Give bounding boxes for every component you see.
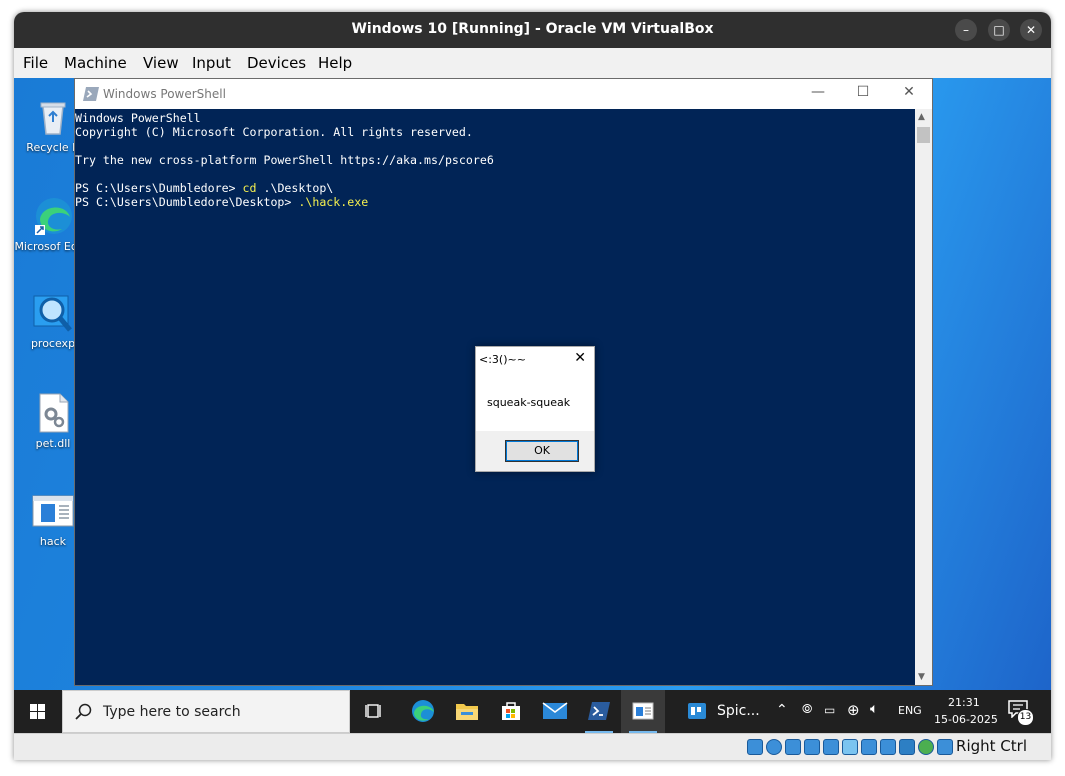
console-command: .\hack.exe: [298, 195, 369, 209]
volume-icon[interactable]: 🔈︎: [870, 701, 878, 717]
messagebox-text: squeak-squeak: [487, 396, 571, 409]
scroll-up-icon[interactable]: ▲: [918, 112, 925, 122]
console-args: .\Desktop\: [256, 181, 334, 195]
task-view-icon: [365, 704, 381, 718]
console-line: Copyright (C) Microsoft Corporation. All…: [75, 125, 473, 139]
taskbar-search-box[interactable]: Type here to search: [62, 690, 350, 733]
ok-button[interactable]: OK: [505, 440, 579, 462]
network-globe-icon[interactable]: ⊕: [847, 701, 860, 719]
optical-drive-status-icon[interactable]: [766, 739, 782, 755]
messagebox-dialog: <:3()~~ ✕ squeak-squeak OK: [475, 346, 595, 472]
console-line: Try the new cross-platform PowerShell ht…: [75, 153, 494, 167]
powershell-icon: [588, 702, 610, 720]
clock-date[interactable]: 15-06-2025: [934, 713, 998, 726]
vbox-menubar: File Machine View Input Devices Help: [14, 48, 1051, 79]
powershell-icon: [83, 86, 99, 105]
taskbar-powershell[interactable]: [577, 690, 621, 733]
virtualbox-window: Windows 10 [Running] - Oracle VM Virtual…: [14, 12, 1051, 760]
menu-input[interactable]: Input: [192, 54, 231, 72]
spice-icon: [688, 703, 706, 719]
vbox-maximize-button[interactable]: □: [988, 19, 1010, 41]
powershell-title: Windows PowerShell: [103, 87, 226, 101]
folder-icon: [456, 704, 478, 720]
taskbar-mail[interactable]: [533, 690, 577, 733]
edge-icon: [32, 195, 74, 237]
taskbar: Type here to search Spic... ⌃ ⦾ ▭ ⊕ 🔈︎ E…: [14, 690, 1051, 733]
edge-icon: [412, 700, 434, 722]
spice-label: Spic...: [717, 703, 760, 719]
windows-logo-icon: [30, 704, 45, 719]
start-button[interactable]: [22, 700, 54, 724]
vbox-close-button[interactable]: ✕: [1020, 19, 1042, 41]
vbox-titlebar[interactable]: Windows 10 [Running] - Oracle VM Virtual…: [14, 12, 1051, 48]
notification-count-badge: 13: [1017, 709, 1034, 726]
exe-window-icon: [32, 490, 74, 532]
taskbar-store[interactable]: [489, 690, 533, 733]
console-command: cd: [242, 181, 257, 195]
taskbar-task-view[interactable]: [352, 690, 396, 733]
menu-view[interactable]: View: [143, 54, 179, 72]
vbox-window-title: Windows 10 [Running] - Oracle VM Virtual…: [351, 21, 714, 37]
taskbar-spice[interactable]: Spic...: [679, 690, 763, 733]
clock-time[interactable]: 21:31: [948, 696, 980, 709]
host-key-label[interactable]: Right Ctrl: [956, 737, 1027, 755]
audio-status-icon[interactable]: [785, 739, 801, 755]
keyboard-capture-status-icon[interactable]: [937, 739, 953, 755]
menu-machine[interactable]: Machine: [64, 54, 127, 72]
meet-now-icon[interactable]: ⦾: [802, 702, 812, 717]
hard-disk-status-icon[interactable]: [747, 739, 763, 755]
console-line: PS C:\Users\Dumbledore\Desktop> .\hack.e…: [75, 195, 915, 209]
store-icon: [502, 702, 520, 720]
scroll-thumb[interactable]: [917, 127, 930, 143]
console-line: Windows PowerShell: [75, 111, 201, 125]
messagebox-close-button[interactable]: ✕: [574, 350, 586, 366]
display-status-icon[interactable]: [861, 739, 877, 755]
cpu-status-icon[interactable]: [899, 739, 915, 755]
powershell-titlebar[interactable]: Windows PowerShell — ☐ ✕: [75, 79, 932, 109]
exe-window-icon: [632, 702, 654, 720]
menu-file[interactable]: File: [23, 54, 48, 72]
menu-devices[interactable]: Devices: [247, 54, 306, 72]
console-prompt: PS C:\Users\Dumbledore\Desktop>: [75, 195, 299, 209]
mail-icon: [542, 702, 568, 719]
search-icon: [75, 703, 92, 720]
recycle-bin-icon: [32, 96, 74, 138]
notifications-button[interactable]: 13: [1008, 700, 1034, 726]
shared-folders-status-icon[interactable]: [842, 739, 858, 755]
battery-icon[interactable]: ▭: [824, 703, 835, 717]
taskbar-edge[interactable]: [401, 690, 445, 733]
mouse-integration-status-icon[interactable]: [918, 739, 934, 755]
recording-status-icon[interactable]: [880, 739, 896, 755]
scroll-down-icon[interactable]: ▼: [918, 672, 925, 682]
taskbar-hack[interactable]: [621, 690, 665, 733]
process-explorer-icon: [32, 292, 74, 334]
messagebox-footer: OK: [476, 431, 594, 471]
taskbar-file-explorer[interactable]: [445, 690, 489, 733]
ps-close-button[interactable]: ✕: [894, 84, 924, 100]
console-line: PS C:\Users\Dumbledore> cd .\Desktop\: [75, 181, 915, 195]
powershell-scrollbar[interactable]: ▲ ▼: [915, 109, 932, 685]
console-prompt: PS C:\Users\Dumbledore>: [75, 181, 243, 195]
search-placeholder: Type here to search: [103, 704, 241, 720]
messagebox-title: <:3()~~: [479, 353, 526, 366]
guest-desktop[interactable]: Recycle B Microsof Edge procexp pet.dll …: [14, 78, 1051, 733]
network-status-icon[interactable]: [804, 739, 820, 755]
dll-file-icon: [32, 392, 74, 434]
ps-maximize-button[interactable]: ☐: [848, 84, 878, 100]
vbox-statusbar: Right Ctrl: [14, 733, 1051, 760]
ps-minimize-button[interactable]: —: [803, 84, 833, 100]
show-hidden-icons-chevron-up-icon[interactable]: ⌃: [776, 702, 788, 718]
language-indicator[interactable]: ENG: [898, 704, 922, 717]
usb-status-icon[interactable]: [823, 739, 839, 755]
menu-help[interactable]: Help: [318, 54, 352, 72]
vbox-minimize-button[interactable]: –: [955, 19, 977, 41]
